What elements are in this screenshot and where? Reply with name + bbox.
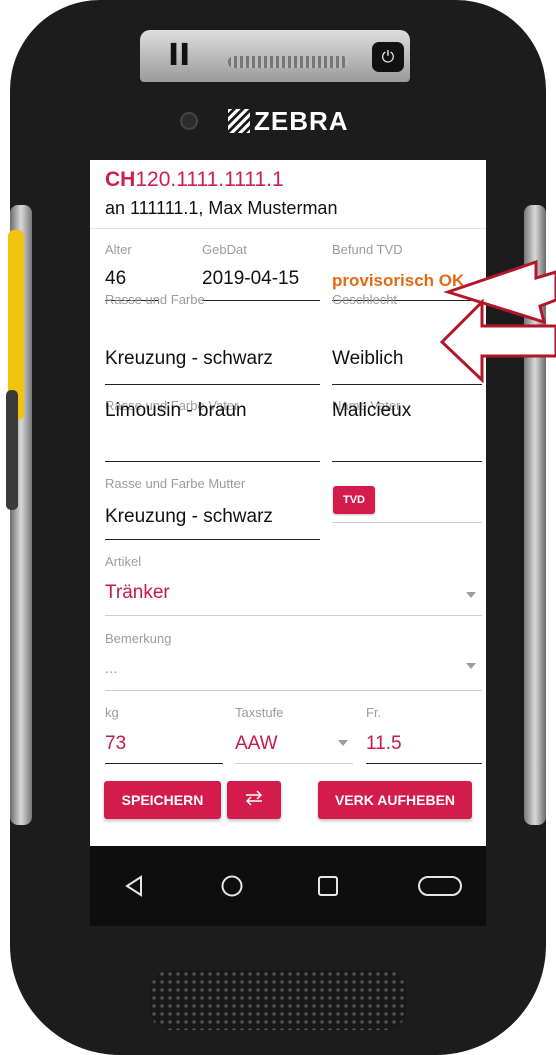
- rasse-underline: [105, 384, 320, 385]
- geschlecht-field[interactable]: Weiblich: [332, 348, 403, 370]
- rasse-field[interactable]: Kreuzung - schwarz: [105, 348, 273, 370]
- taxstufe-underline: [235, 763, 353, 764]
- animal-id: CH120.1111.1111.1: [105, 168, 284, 192]
- artikel-chevron-down-icon[interactable]: [466, 592, 476, 598]
- bottom-speaker-grille: [150, 970, 406, 1030]
- gebdat-label: GebDat: [202, 242, 247, 257]
- annotation-arrows: [440, 260, 556, 384]
- artikel-select[interactable]: Tränker: [105, 582, 170, 604]
- brand-name: ZEBRA: [254, 106, 349, 136]
- animal-header: CH120.1111.1111.1 an 111111.1, Max Muste…: [90, 160, 486, 229]
- bemerkung-underline: [105, 690, 482, 691]
- gebdat-field[interactable]: 2019-04-15: [202, 268, 299, 290]
- artikel-label: Artikel: [105, 554, 142, 569]
- brand-logo: ZEBRA: [228, 106, 349, 137]
- annotation-arrow-upper: [443, 260, 556, 325]
- zebra-stripes-icon: [228, 109, 250, 133]
- bemerkung-label: Bemerkung: [105, 631, 172, 646]
- front-camera: [180, 112, 198, 130]
- swap-button[interactable]: [227, 781, 281, 819]
- gebdat-underline: [202, 300, 320, 301]
- rasse-vater-field[interactable]: Limousin - braun: [105, 400, 247, 422]
- rasse-vater-underline: [105, 461, 320, 462]
- swap-arrows-icon: [243, 782, 265, 820]
- rasse-mutter-field[interactable]: Kreuzung - schwarz: [105, 506, 273, 528]
- cancel-sale-button[interactable]: VERK AUFHEBEN: [318, 781, 472, 819]
- name-vater-field[interactable]: Malicieux: [332, 400, 411, 422]
- animal-id-prefix: CH: [105, 168, 136, 191]
- kg-field[interactable]: 73: [105, 733, 126, 755]
- pill-button-icon[interactable]: [402, 846, 478, 926]
- rasse-mutter-label: Rasse und Farbe Mutter: [105, 476, 246, 491]
- kg-underline: [105, 763, 223, 764]
- alter-label: Alter: [105, 242, 132, 257]
- animal-id-number: 120.1111.1111.1: [135, 168, 284, 191]
- power-icon: ⏻: [381, 47, 395, 66]
- taxstufe-label: Taxstufe: [235, 705, 284, 720]
- taxstufe-chevron-down-icon[interactable]: [338, 740, 348, 746]
- power-button[interactable]: ⏻: [372, 42, 404, 72]
- back-triangle-icon[interactable]: [104, 846, 164, 926]
- befund-tvd-label: Befund TVD: [332, 242, 403, 257]
- recents-square-icon[interactable]: [298, 846, 358, 926]
- bemerkung-chevron-down-icon[interactable]: [466, 663, 476, 669]
- pause-icon: II: [168, 38, 191, 73]
- geschlecht-label: Geschlecht: [332, 292, 398, 307]
- kg-label: kg: [105, 705, 119, 720]
- alter-field[interactable]: 46: [105, 268, 126, 290]
- bemerkung-select[interactable]: ...: [105, 660, 118, 677]
- taxstufe-select[interactable]: AAW: [235, 733, 278, 755]
- app-screen: CH120.1111.1111.1 an 111111.1, Max Muste…: [90, 160, 486, 846]
- fr-label: Fr.: [366, 705, 382, 720]
- rasse-mutter-underline: [105, 539, 320, 540]
- owner-subtitle: an 111111.1, Max Musterman: [105, 198, 338, 218]
- volume-side-button[interactable]: [6, 390, 18, 510]
- tvd-button[interactable]: TVD: [333, 486, 375, 514]
- rasse-label: Rasse und Farbe: [105, 292, 205, 307]
- android-nav-bar: [90, 846, 486, 926]
- fr-field[interactable]: 11.5: [366, 733, 402, 755]
- stage: II ⏻ ZEBRA CH120.1111.1111.1 an 111111.1…: [0, 0, 556, 1055]
- top-speaker-grille: [228, 56, 348, 68]
- name-vater-underline: [332, 461, 482, 462]
- fr-underline: [366, 763, 482, 764]
- tvd-underline: [332, 522, 482, 523]
- save-button[interactable]: SPEICHERN: [104, 781, 221, 819]
- artikel-underline: [105, 615, 482, 616]
- home-circle-icon[interactable]: [202, 846, 262, 926]
